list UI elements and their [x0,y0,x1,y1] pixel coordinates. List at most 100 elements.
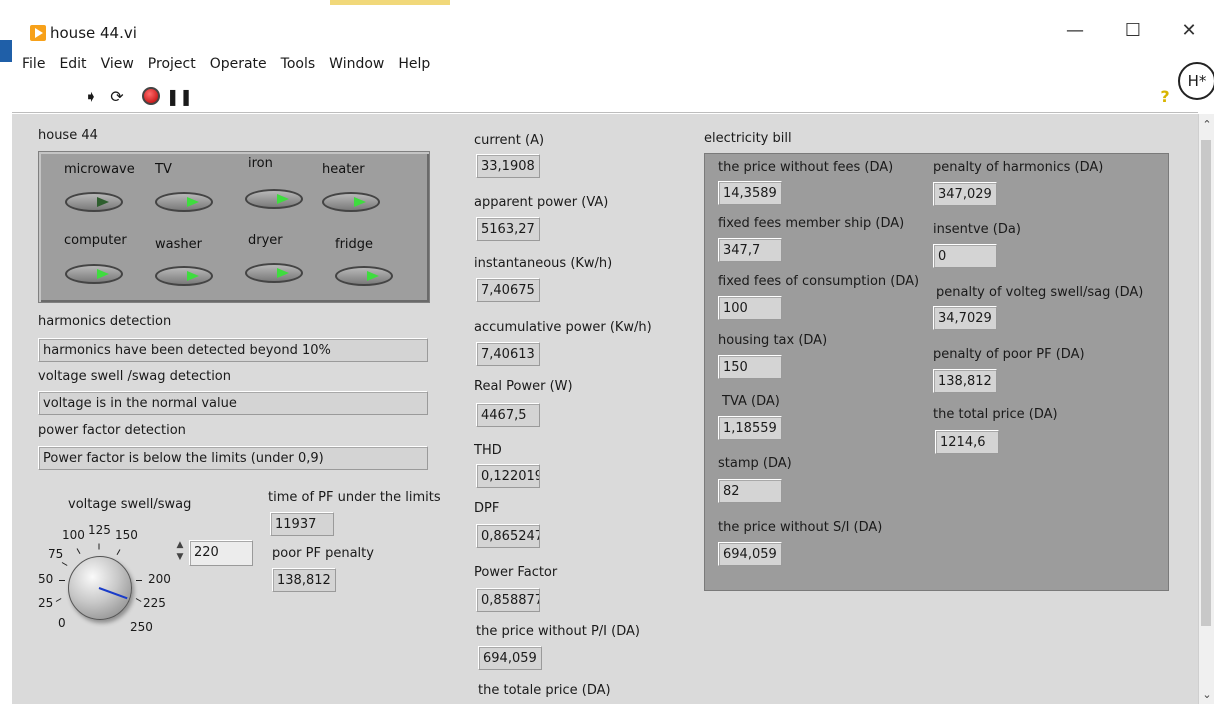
harmonics-detection-value: harmonics have been detected beyond 10% [38,338,428,362]
heater-switch[interactable] [322,192,380,212]
run-continuously-icon[interactable]: ⟳ [108,88,126,106]
price-without-fees-value: 14,3589 [718,181,782,205]
poor-pf-penalty-label: penalty of poor PF (DA) [933,347,1085,362]
menu-operate[interactable]: Operate [210,56,267,78]
scrollbar-thumb[interactable] [1201,140,1211,626]
current-value: 33,1908 [476,154,540,178]
iron-switch[interactable] [245,189,303,209]
knob-scale-100: 100 [62,528,85,542]
dpf-label: DPF [474,501,500,516]
labview-vi-icon [30,25,46,41]
window-title: house 44.vi [50,24,137,42]
scroll-up-arrow-icon[interactable]: ⌃ [1200,118,1214,132]
dpf-value: 0,865247 [476,524,540,548]
washer-switch[interactable] [155,266,213,286]
apparent-power-value: 5163,27 [476,217,540,241]
pf-time-value: 11937 [270,512,334,536]
harmonics-penalty-label: penalty of harmonics (DA) [933,160,1104,175]
house-cluster-label: house 44 [38,128,98,143]
context-help-icon[interactable]: ? [1156,88,1174,106]
voltage-spinner[interactable]: ▲ ▼ [173,539,187,567]
menu-bar: File Edit View Project Operate Tools Win… [22,56,444,78]
harmonics-detection-label: harmonics detection [38,314,172,329]
tva-label: TVA (DA) [722,394,780,409]
run-arrow-icon[interactable]: ➧ [82,88,100,106]
price-without-si-label: the price without S/I (DA) [718,520,883,535]
knob-scale-0: 0 [58,616,66,630]
stamp-value: 82 [718,479,782,503]
price-without-pi-value: 694,059 [478,646,542,670]
pf-detection-label: power factor detection [38,423,186,438]
pause-icon[interactable]: ❚❚ [166,88,193,106]
thd-value: 0,122019 [476,464,540,488]
menu-file[interactable]: File [22,56,45,78]
totale-price-label: the totale price (DA) [478,683,611,698]
tv-switch[interactable] [155,192,213,212]
membership-fees-label: fixed fees member ship (DA) [718,216,905,231]
knob-tick [136,580,142,581]
pf-penalty-label: poor PF penalty [272,546,374,561]
poor-pf-penalty-value: 138,812 [933,369,997,393]
pf-penalty-value: 138,812 [272,568,336,592]
menu-help[interactable]: Help [398,56,430,78]
knob-scale-125: 125 [88,523,111,537]
menu-view[interactable]: View [101,56,134,78]
voltage-detection-value: voltage is in the normal value [38,391,428,415]
price-without-si-value: 694,059 [718,542,782,566]
toolbar: ➧ ⟳ ❚❚ ? [12,82,1198,113]
knob-scale-200: 200 [148,572,171,586]
total-price-value: 1214,6 [935,430,999,454]
abort-icon[interactable] [142,87,160,105]
close-button[interactable]: ✕ [1174,16,1204,46]
menu-project[interactable]: Project [148,56,196,78]
desktop-edge-mark [0,40,12,62]
instantaneous-value: 7,40675 [476,278,540,302]
maximize-button[interactable]: ☐ [1118,16,1148,46]
power-factor-label: Power Factor [474,565,558,580]
tva-value: 1,18559 [718,416,782,440]
appliance-label-heater: heater [322,162,365,177]
menu-window[interactable]: Window [329,56,384,78]
voltage-knob-label: voltage swell/swag [68,497,192,512]
appliance-label-microwave: microwave [64,162,135,177]
instantaneous-label: instantaneous (Kw/h) [474,256,613,271]
minimize-button[interactable]: — [1060,16,1090,46]
electricity-bill-label: electricity bill [704,131,792,146]
fridge-switch[interactable] [335,266,393,286]
dryer-switch[interactable] [245,263,303,283]
voltage-detection-label: voltage swell /swag detection [38,369,231,384]
swell-penalty-value: 34,7029 [933,306,997,330]
knob-scale-75: 75 [48,547,64,561]
consumption-fees-value: 100 [718,296,782,320]
real-power-label: Real Power (W) [474,379,573,394]
price-without-pi-label: the price without P/I (DA) [476,624,640,639]
appliance-label-tv: TV [155,162,172,177]
incentive-value: 0 [933,244,997,268]
computer-switch[interactable] [65,264,123,284]
housing-tax-value: 150 [718,355,782,379]
power-factor-value: 0,858877 [476,588,540,612]
appliance-label-iron: iron [248,156,273,171]
accumulative-power-label: accumulative power (Kw/h) [474,320,652,335]
real-power-value: 4467,5 [476,403,540,427]
menu-edit[interactable]: Edit [59,56,86,78]
menu-tools[interactable]: Tools [281,56,316,78]
thd-label: THD [474,443,502,458]
voltage-value-field[interactable]: 220 [189,540,253,566]
swell-penalty-label: penalty of volteg swell/sag (DA) [936,285,1144,300]
knob-tick [98,543,100,550]
harmonics-penalty-value: 347,029 [933,182,997,206]
vi-logo: H* [1178,62,1214,100]
knob-scale-225: 225 [143,596,166,610]
apparent-power-label: apparent power (VA) [474,195,609,210]
scroll-down-arrow-icon[interactable]: ⌄ [1200,688,1214,702]
pf-time-label: time of PF under the limits [268,490,441,505]
microwave-switch[interactable] [65,192,123,212]
appliance-label-washer: washer [155,237,202,252]
knob-scale-250: 250 [130,620,153,634]
total-price-label: the total price (DA) [933,407,1058,422]
current-label: current (A) [474,133,545,148]
knob-scale-25: 25 [38,596,54,610]
appliance-label-dryer: dryer [248,233,283,248]
appliance-label-computer: computer [64,233,127,248]
